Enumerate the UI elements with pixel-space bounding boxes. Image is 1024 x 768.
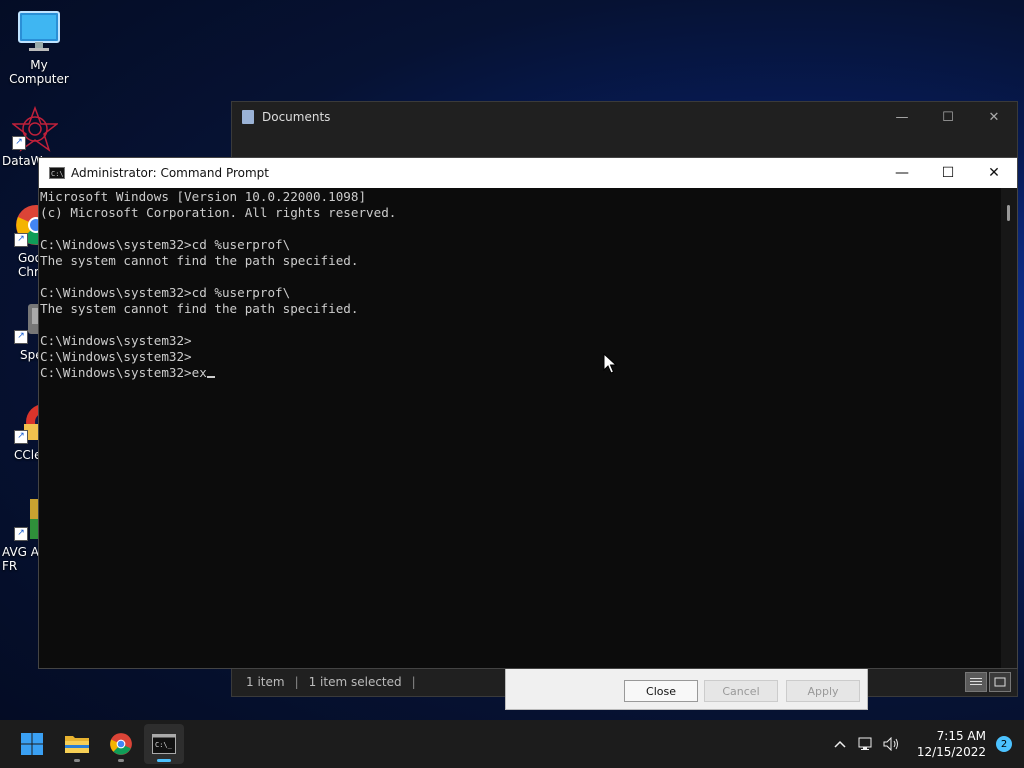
view-toggle xyxy=(965,672,1011,692)
close-icon[interactable]: ✕ xyxy=(971,158,1017,188)
desktop-icon-label: CCle xyxy=(14,448,40,462)
avg-icon: ↗ xyxy=(14,497,40,541)
command-prompt-window[interactable]: C:\ Administrator: Command Prompt — ☐ ✕ … xyxy=(38,157,1018,669)
ccleaner-icon: ↗ xyxy=(14,400,40,444)
shortcut-arrow-icon: ↗ xyxy=(12,136,26,150)
active-indicator xyxy=(157,759,171,762)
clock-time: 7:15 AM xyxy=(936,729,986,743)
console-line: Microsoft Windows [Version 10.0.22000.10… xyxy=(40,189,367,204)
status-separator: | xyxy=(294,675,299,689)
clock-date: 12/15/2022 xyxy=(916,745,986,759)
taskbar-file-explorer[interactable] xyxy=(57,724,97,764)
text-cursor xyxy=(206,376,215,378)
desktop-icon-speccy[interactable]: ↗ Spe xyxy=(0,300,40,362)
desktop-icon-google-chrome[interactable]: ↗ Goo Chro xyxy=(0,203,40,279)
large-icons-view-icon[interactable] xyxy=(989,672,1011,692)
desktop-icon-label: AVG An FR xyxy=(2,545,40,573)
status-separator: | xyxy=(411,675,416,689)
desktop-icon-my-computer[interactable]: My Computer xyxy=(0,10,79,86)
console-line: The system cannot find the path specifie… xyxy=(40,253,359,268)
taskbar-terminal[interactable]: C:\_ xyxy=(144,724,184,764)
network-icon[interactable] xyxy=(853,724,879,764)
console-line: C:\Windows\system32> xyxy=(40,333,192,348)
properties-dialog[interactable]: Close Cancel Apply xyxy=(505,667,868,710)
close-button[interactable]: Close xyxy=(624,680,698,702)
maximize-icon[interactable]: ☐ xyxy=(925,158,971,188)
chevron-up-icon[interactable] xyxy=(827,724,853,764)
notification-badge[interactable]: 2 xyxy=(996,736,1012,752)
running-indicator xyxy=(118,759,124,762)
maximize-icon[interactable]: ☐ xyxy=(925,102,971,132)
console-output[interactable]: Microsoft Windows [Version 10.0.22000.10… xyxy=(39,188,1001,668)
taskbar: C:\_ 7:15 AM 12/15/2022 2 xyxy=(0,720,1024,768)
minimize-icon[interactable]: — xyxy=(879,102,925,132)
datawrapper-icon: ↗ xyxy=(10,105,60,152)
chrome-icon: ↗ xyxy=(14,203,40,247)
status-selected-count: 1 item selected xyxy=(308,675,402,689)
console-line: C:\Windows\system32>cd %userprof\ xyxy=(40,285,291,300)
speccy-icon: ↗ xyxy=(14,300,40,344)
documents-icon xyxy=(242,110,254,124)
minimize-icon[interactable]: — xyxy=(879,158,925,188)
shortcut-arrow-icon: ↗ xyxy=(14,527,28,541)
status-item-count: 1 item xyxy=(246,675,285,689)
shortcut-arrow-icon: ↗ xyxy=(14,430,28,444)
console-line: C:\Windows\system32> xyxy=(40,349,192,364)
console-line: C:\Windows\system32>cd %userprof\ xyxy=(40,237,291,252)
desktop-icon-avg-antivirus[interactable]: ↗ AVG An FR xyxy=(0,497,40,573)
start-button[interactable] xyxy=(12,724,52,764)
shortcut-arrow-icon: ↗ xyxy=(14,233,28,247)
chrome-icon xyxy=(110,733,132,755)
explorer-caption-buttons: — ☐ ✕ xyxy=(879,102,1017,132)
clock[interactable]: 7:15 AM 12/15/2022 xyxy=(917,728,986,760)
desktop-icon-label: My Computer xyxy=(9,58,69,86)
shortcut-arrow-icon: ↗ xyxy=(14,330,28,344)
console-line: C:\Windows\system32>ex xyxy=(40,365,1000,381)
cmd-title: Administrator: Command Prompt xyxy=(71,166,269,180)
terminal-icon: C:\_ xyxy=(152,734,176,754)
running-indicator xyxy=(74,759,80,762)
volume-icon[interactable] xyxy=(879,724,905,764)
monitor-icon xyxy=(17,10,61,54)
close-icon[interactable]: ✕ xyxy=(971,102,1017,132)
explorer-title: Documents xyxy=(262,110,331,124)
cmd-app-icon: C:\ xyxy=(49,167,65,179)
desktop-icon-label: Goo Chro xyxy=(18,251,40,279)
cmd-titlebar[interactable]: C:\ Administrator: Command Prompt — ☐ ✕ xyxy=(39,158,1017,188)
system-tray: 7:15 AM 12/15/2022 2 xyxy=(827,720,1024,768)
taskbar-chrome[interactable] xyxy=(101,724,141,764)
windows-start-icon xyxy=(21,733,43,755)
scrollbar-thumb[interactable] xyxy=(1007,205,1010,221)
console-line: (c) Microsoft Corporation. All rights re… xyxy=(40,205,397,220)
svg-text:C:\_: C:\_ xyxy=(155,741,173,749)
cancel-button[interactable]: Cancel xyxy=(704,680,778,702)
console-scrollbar[interactable] xyxy=(1001,188,1017,668)
details-view-icon[interactable] xyxy=(965,672,987,692)
desktop-icon-label: Spe xyxy=(20,348,40,362)
console-line: The system cannot find the path specifie… xyxy=(40,301,359,316)
file-explorer-icon xyxy=(65,736,89,753)
cmd-caption-buttons: — ☐ ✕ xyxy=(879,158,1017,188)
explorer-toolbar xyxy=(232,132,1017,159)
apply-button[interactable]: Apply xyxy=(786,680,860,702)
desktop-icon-ccleaner[interactable]: ↗ CCle xyxy=(0,400,40,462)
